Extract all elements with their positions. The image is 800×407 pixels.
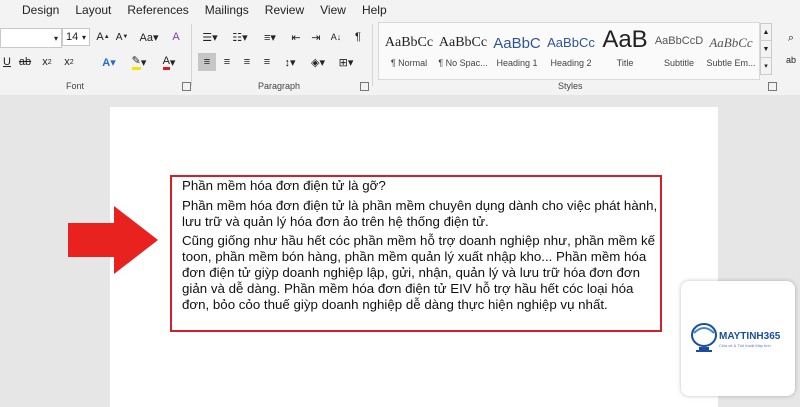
menu-view[interactable]: View — [312, 0, 354, 20]
style-sample: AaBbCc — [547, 35, 595, 50]
replace-icon[interactable]: ab — [784, 52, 798, 68]
menu-mailings[interactable]: Mailings — [197, 0, 257, 20]
text-effects-button[interactable]: A▾ — [98, 53, 120, 71]
gallery-scroll-up-icon[interactable]: ▲ — [760, 23, 772, 41]
style-name: ¶ No Spac... — [438, 58, 488, 68]
menu-help[interactable]: Help — [354, 0, 395, 20]
style-sample: AaBbCcD — [654, 35, 704, 47]
bullets-button[interactable]: ☰▾ — [198, 28, 222, 46]
font-group-label: Font — [66, 81, 85, 91]
style-sample: AaBbCc — [709, 35, 753, 50]
menu-bar: Design Layout References Mailings Review… — [0, 0, 800, 20]
style-title[interactable]: AaB Title — [595, 23, 655, 79]
font-size-value: 14 — [66, 31, 79, 43]
styles-dialog-launcher-icon[interactable] — [768, 82, 777, 91]
style-normal[interactable]: AaBbCc ¶ Normal — [379, 23, 439, 79]
change-case-button[interactable]: Aa▾ — [136, 28, 162, 46]
menu-design[interactable]: Design — [0, 0, 67, 20]
decrease-indent-button[interactable]: ⇤ — [288, 28, 304, 46]
increase-indent-button[interactable]: ⇥ — [308, 28, 324, 46]
menu-layout[interactable]: Layout — [67, 0, 119, 20]
search-icon[interactable]: ⌕ — [784, 30, 798, 46]
align-right-button[interactable]: ≡ — [238, 53, 256, 71]
clear-formatting-icon[interactable]: A — [168, 28, 184, 46]
sort-button[interactable]: A↓ — [328, 28, 344, 46]
align-center-button[interactable]: ≡ — [218, 53, 236, 71]
divider — [191, 24, 192, 86]
shading-button[interactable]: ◈▾ — [306, 53, 330, 71]
style-name: Heading 1 — [496, 58, 538, 68]
shrink-font-button[interactable]: A ▼ — [114, 28, 130, 46]
style-heading-1[interactable]: AaBbC Heading 1 — [487, 23, 547, 79]
underline-button[interactable]: U — [0, 53, 14, 71]
gallery-more-icon[interactable]: ▾ — [760, 57, 772, 75]
style-sample: AaBbCc — [384, 35, 434, 50]
font-dialog-launcher-icon[interactable] — [182, 82, 191, 91]
style-name: Subtle Em... — [706, 58, 756, 68]
paragraph: Phần mềm hóa đơn điện tử là phần mềm chu… — [182, 197, 658, 229]
logo-tagline: Chia sẻ & Thủ thuật Máy tính — [719, 343, 771, 348]
watermark-logo: MAYTINH365 Chia sẻ & Thủ thuật Máy tính — [681, 281, 795, 396]
line-spacing-button[interactable]: ↕▾ — [278, 53, 302, 71]
paragraph-dialog-launcher-icon[interactable] — [360, 82, 369, 91]
grow-font-button[interactable]: A ▲ — [95, 28, 111, 46]
chevron-down-icon: ▾ — [81, 32, 86, 42]
style-name: Subtitle — [663, 58, 695, 68]
style-sample: AaBbCc — [438, 35, 488, 50]
subscript-button[interactable]: x2 — [38, 53, 56, 71]
style-subtitle[interactable]: AaBbCcD Subtitle — [649, 23, 709, 79]
show-formatting-button[interactable]: ¶ — [350, 28, 366, 46]
menu-review[interactable]: Review — [257, 0, 312, 20]
multilevel-list-button[interactable]: ≡▾ — [258, 28, 282, 46]
menu-references[interactable]: References — [119, 0, 196, 20]
font-size-dropdown[interactable]: 14 ▾ — [62, 28, 90, 46]
style-sample: AaB — [602, 26, 648, 53]
font-color-button[interactable]: A ▾ — [158, 53, 180, 71]
font-name-dropdown[interactable]: ▾ — [0, 28, 62, 48]
document-body[interactable]: Phần mềm hóa đơn điện tử là gỡ? Phần mềm… — [182, 178, 658, 316]
borders-button[interactable]: ⊞▾ — [334, 53, 358, 71]
gallery-scroll-down-icon[interactable]: ▼ — [760, 40, 772, 58]
style-name: ¶ Normal — [390, 58, 428, 68]
style-heading-2[interactable]: AaBbCc Heading 2 — [541, 23, 601, 79]
styles-gallery: AaBbCc ¶ Normal AaBbCc ¶ No Spac... AaBbC H… — [378, 22, 760, 80]
highlighter-icon: ✎ — [131, 54, 141, 70]
numbering-button[interactable]: ☷▾ — [228, 28, 252, 46]
logo-text: MAYTINH365 — [719, 331, 781, 342]
style-subtle-emphasis[interactable]: AaBbCc Subtle Em... — [703, 23, 759, 79]
align-left-button[interactable]: ≡ — [198, 53, 216, 71]
style-name: Title — [616, 58, 634, 68]
red-arrow-icon — [68, 206, 158, 274]
justify-button[interactable]: ≡ — [258, 53, 276, 71]
strikethrough-button[interactable]: ab — [16, 53, 34, 71]
style-no-spacing[interactable]: AaBbCc ¶ No Spac... — [433, 23, 493, 79]
paragraph: Cũng giống như hầu hết cóc phần mềm hỗ t… — [182, 233, 656, 312]
logo-globe-icon — [691, 323, 717, 352]
style-name: Heading 2 — [550, 58, 592, 68]
divider — [372, 24, 373, 86]
paragraph-heading: Phần mềm hóa đơn điện tử là gỡ? — [182, 178, 386, 193]
highlight-color-button[interactable]: ✎ ▾ — [128, 53, 150, 71]
font-color-icon: A — [162, 55, 170, 70]
style-sample: AaBbC — [493, 35, 541, 52]
styles-group-label: Styles — [558, 81, 583, 91]
superscript-button[interactable]: x2 — [60, 53, 78, 71]
paragraph-group-label: Paragraph — [258, 81, 301, 91]
chevron-down-icon: ▾ — [53, 33, 58, 43]
